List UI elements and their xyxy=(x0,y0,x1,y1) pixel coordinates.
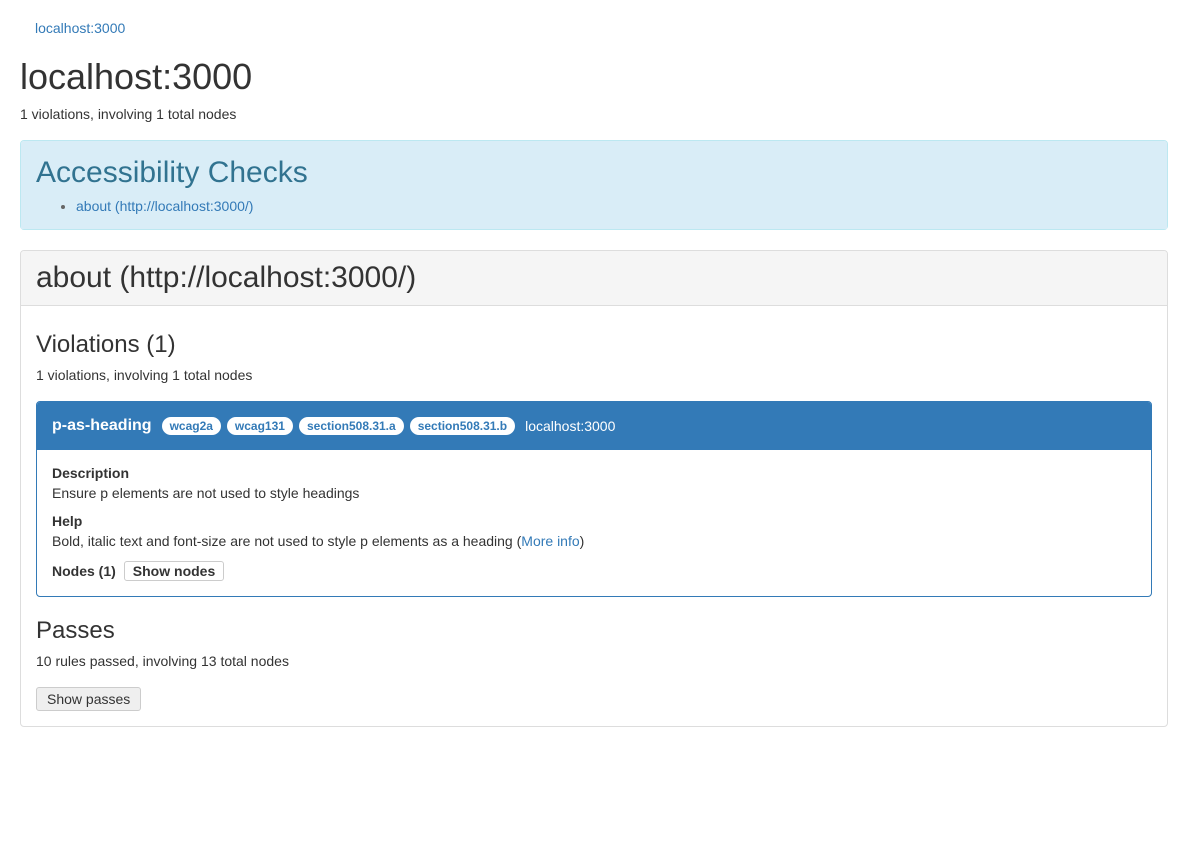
section-heading: about (http://localhost:3000/) xyxy=(36,261,1152,295)
page-title: localhost:3000 xyxy=(20,56,1168,98)
panel-heading: Accessibility Checks about (http://local… xyxy=(21,141,1167,229)
passes-summary: 10 rules passed, involving 13 total node… xyxy=(36,653,1152,669)
description-label: Description xyxy=(52,465,1136,481)
help-value: Bold, italic text and font-size are not … xyxy=(52,533,1136,549)
nodes-line: Nodes (1) Show nodes xyxy=(52,561,1136,581)
accessibility-checks-title: Accessibility Checks xyxy=(36,156,1152,190)
help-text-pre: Bold, italic text and font-size are not … xyxy=(52,533,521,549)
checks-list-link[interactable]: about (http://localhost:3000/) xyxy=(76,198,253,214)
summary-line: 1 violations, involving 1 total nodes xyxy=(20,106,1168,122)
show-nodes-button[interactable]: Show nodes xyxy=(124,561,224,581)
checks-list-item: about (http://localhost:3000/) xyxy=(76,198,1152,214)
accessibility-checks-panel: Accessibility Checks about (http://local… xyxy=(20,140,1168,230)
violation-panel: p-as-heading wcag2a wcag131 section508.3… xyxy=(36,401,1152,597)
violation-header: p-as-heading wcag2a wcag131 section508.3… xyxy=(37,402,1151,450)
show-passes-button[interactable]: Show passes xyxy=(36,687,141,711)
description-value: Ensure p elements are not used to style … xyxy=(52,485,1136,501)
section-panel: about (http://localhost:3000/) Violation… xyxy=(20,250,1168,727)
section-heading-bar: about (http://localhost:3000/) xyxy=(21,251,1167,306)
violations-heading: Violations (1) xyxy=(36,331,1152,359)
section-body: Violations (1) 1 violations, involving 1… xyxy=(21,306,1167,726)
tag-badge: wcag2a xyxy=(162,417,221,435)
nodes-label: Nodes (1) xyxy=(52,563,116,579)
tag-badge: section508.31.b xyxy=(410,417,515,435)
violation-host: localhost:3000 xyxy=(525,418,615,434)
breadcrumb-link[interactable]: localhost:3000 xyxy=(35,20,125,36)
checks-list: about (http://localhost:3000/) xyxy=(36,198,1152,214)
tag-badge: wcag131 xyxy=(227,417,293,435)
violation-rule-name: p-as-heading xyxy=(52,417,152,435)
violation-body: Description Ensure p elements are not us… xyxy=(37,450,1151,596)
passes-heading: Passes xyxy=(36,617,1152,645)
violations-summary: 1 violations, involving 1 total nodes xyxy=(36,367,1152,383)
more-info-link[interactable]: More info xyxy=(521,533,579,549)
help-label: Help xyxy=(52,513,1136,529)
help-text-post: ) xyxy=(580,533,585,549)
tag-badge: section508.31.a xyxy=(299,417,404,435)
